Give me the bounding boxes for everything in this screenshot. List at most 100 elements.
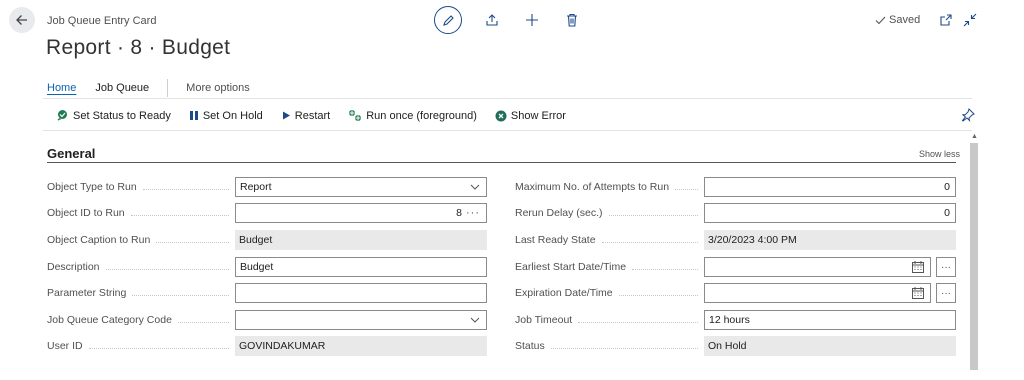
run-once-foreground-button[interactable]: Run once (foreground) [348,109,477,122]
vertical-scrollbar[interactable]: ▲ [969,131,979,380]
show-less-link[interactable]: Show less [919,149,960,159]
actions-divider [43,130,972,131]
last-ready-state-value: 3/20/2023 4:00 PM [704,230,956,250]
leader-dots [618,294,698,296]
field-value: 8 [456,207,462,219]
label-text: Status [515,340,545,352]
share-button[interactable] [484,12,500,28]
leader-dots [142,188,229,190]
action-label: Set Status to Ready [73,109,171,122]
back-button[interactable] [9,7,35,33]
check-icon [875,16,886,24]
parameter-string-label: Parameter String [47,283,235,303]
scroll-up-arrow-icon[interactable]: ▲ [971,133,978,140]
record-toolbar [434,6,580,34]
field-value: On Hold [708,340,747,352]
label-text: Job Timeout [515,314,573,326]
ellipsis-icon: ··· [941,261,951,273]
leader-dots [632,268,698,270]
tab-job-queue[interactable]: Job Queue [95,82,149,94]
leader-dots [177,321,229,323]
chevron-down-icon [470,317,480,323]
tabs-divider [43,98,972,99]
object-type-to-run-select[interactable]: Report [235,177,487,197]
max-attempts-input[interactable]: 0 [704,177,956,197]
max-attempts-label: Maximum No. of Attempts to Run [515,177,704,197]
pause-icon [189,110,199,121]
earliest-start-datetime-label: Earliest Start Date/Time [515,257,704,277]
user-id-value: GOVINDAKUMAR [235,336,487,356]
set-status-to-ready-button[interactable]: Set Status to Ready [56,109,171,122]
leader-dots [608,214,698,216]
field-value: Report [240,181,272,193]
back-arrow-icon [16,15,27,25]
action-label: Show Error [510,109,566,122]
label-text: Object Type to Run [47,181,137,193]
last-ready-state-label: Last Ready State [515,230,704,250]
trash-icon [567,13,577,27]
description-input[interactable]: Budget [235,257,487,277]
label-text: Maximum No. of Attempts to Run [515,181,670,193]
expiration-more-button[interactable]: ··· [936,283,956,303]
action-label: Set On Hold [202,109,263,122]
tab-divider [167,79,169,97]
field-value: Budget [240,261,274,273]
page-title: Report · 8 · Budget [46,36,231,59]
label-text: User ID [47,340,83,352]
field-value: 3/20/2023 4:00 PM [708,234,797,246]
error-icon [495,110,507,122]
action-label: Run once (foreground) [366,109,477,122]
saved-indicator: Saved [875,14,920,26]
set-on-hold-button[interactable]: Set On Hold [189,110,263,122]
leader-dots [130,214,229,216]
label-text: Description [47,261,100,273]
run-once-icon [348,109,362,122]
earliest-start-more-button[interactable]: ··· [936,257,956,277]
ellipsis-icon[interactable]: ··· [466,207,480,219]
show-error-button[interactable]: Show Error [495,110,566,122]
chevron-down-icon [470,184,480,190]
calendar-icon[interactable] [912,261,924,273]
collapse-button[interactable] [963,13,977,27]
user-id-label: User ID [47,336,235,356]
pin-action-bar-button[interactable] [961,108,975,127]
delete-button[interactable] [564,12,580,28]
calendar-icon[interactable] [912,287,924,299]
scrollbar-thumb[interactable] [970,143,978,370]
parameter-string-input[interactable] [235,283,487,303]
status-ready-icon [56,109,69,122]
expiration-datetime-label: Expiration Date/Time [515,283,704,303]
restart-button[interactable]: Restart [281,110,330,122]
earliest-start-datetime-input[interactable] [704,257,931,277]
edit-button[interactable] [434,6,462,34]
saved-label: Saved [889,14,921,26]
plus-icon [526,14,538,26]
rerun-delay-input[interactable]: 0 [704,203,956,223]
label-text: Earliest Start Date/Time [515,261,627,273]
object-caption-to-run-value: Budget [235,230,487,250]
description-label: Description [47,257,235,277]
new-button[interactable] [524,12,540,28]
tab-more-options[interactable]: More options [186,82,250,94]
job-timeout-input[interactable]: 12 hours [704,310,956,330]
leader-dots [105,268,229,270]
label-text: Object ID to Run [47,207,125,219]
job-queue-category-code-label: Job Queue Category Code [47,310,235,330]
leader-dots [550,347,698,349]
tab-home[interactable]: Home [47,82,76,94]
open-new-window-icon [940,14,952,26]
object-id-to-run-field[interactable]: 8 ··· [235,203,487,223]
label-text: Last Ready State [515,234,596,246]
leader-dots [156,241,229,243]
field-value: 0 [944,207,950,219]
job-timeout-label: Job Timeout [515,310,704,330]
job-queue-category-code-select[interactable] [235,310,487,330]
section-title[interactable]: General [47,146,95,161]
expiration-datetime-input[interactable] [704,283,931,303]
action-label: Restart [294,109,331,122]
pencil-icon [442,14,454,26]
rerun-delay-label: Rerun Delay (sec.) [515,203,704,223]
pin-icon [961,108,975,123]
action-bar: Set Status to Ready Set On Hold Restart … [56,109,584,122]
open-in-new-window-button[interactable] [939,13,953,27]
